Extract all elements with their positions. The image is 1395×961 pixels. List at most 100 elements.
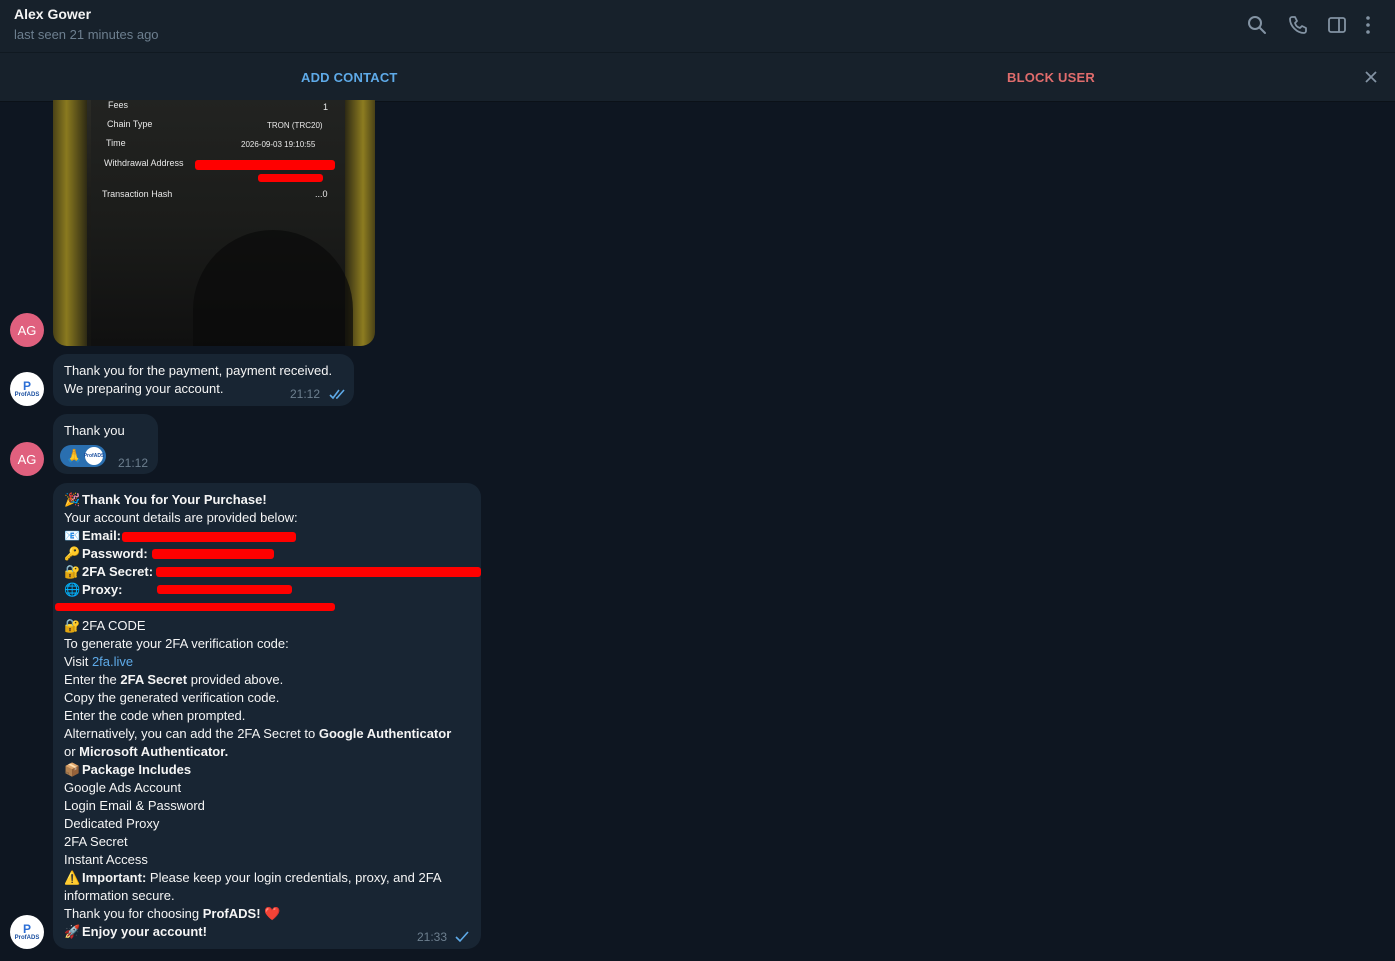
- redaction-proxy-1: [157, 585, 292, 594]
- block-user-button[interactable]: BLOCK USER: [1007, 70, 1095, 85]
- 2fa-live-link[interactable]: 2fa.live: [92, 654, 133, 669]
- double-check-icon: [329, 388, 347, 403]
- alt-bold-2: Microsoft Authenticator.: [79, 744, 229, 759]
- message-time: 21:12: [290, 387, 321, 401]
- avatar-logo-text: ProfADS: [14, 391, 40, 398]
- redaction-secret: [156, 567, 481, 577]
- message-text: Thank you for the payment, payment recei…: [64, 363, 333, 378]
- heart-emoji-icon: ❤️: [264, 906, 281, 921]
- reaction-avatar: ProfADS: [84, 447, 104, 465]
- contact-status: last seen 21 minutes ago: [14, 27, 159, 42]
- redaction-password: [152, 549, 274, 559]
- list-item: Dedicated Proxy: [64, 816, 160, 831]
- chat-header: Alex Gower last seen 21 minutes ago: [0, 0, 1395, 52]
- photo-label-time: Time: [106, 138, 126, 148]
- message-text: To generate your 2FA verification code:: [64, 636, 289, 651]
- enjoy-line: 🚀 Enjoy your account!: [64, 923, 207, 941]
- code-heading-text: 2FA CODE: [82, 618, 146, 633]
- avatar-initials: AG: [17, 451, 37, 467]
- alt-bold: Google Authenticator: [318, 726, 452, 741]
- redaction-address-1: [195, 160, 335, 170]
- close-icon[interactable]: [1363, 69, 1379, 85]
- more-vertical-icon[interactable]: [1361, 14, 1375, 36]
- alt-line: Alternatively, you can add the 2FA Secre…: [64, 725, 451, 743]
- message-text: Copy the generated verification code.: [64, 690, 280, 705]
- step1-bold: 2FA Secret: [120, 672, 188, 687]
- enjoy-text: Enjoy your account!: [82, 924, 207, 939]
- package-emoji-icon: 📦: [64, 762, 81, 777]
- visit-text: Visit: [64, 654, 92, 669]
- payment-screenshot-photo[interactable]: Fees 1 Chain Type TRON (TRC20) Time 2026…: [53, 100, 375, 346]
- package-heading: 📦 Package Includes: [64, 761, 191, 779]
- avatar-logo-mark: P: [22, 921, 31, 936]
- password-line: 🔑 Password:: [64, 545, 148, 563]
- thanks-bold: ProfADS!: [202, 906, 261, 921]
- step1-text-end: provided above.: [187, 672, 284, 687]
- list-item: 2FA Secret: [64, 834, 128, 849]
- phone-icon[interactable]: [1287, 14, 1309, 36]
- alt-text: Alternatively, you can add the 2FA Secre…: [64, 726, 319, 741]
- lock-emoji-icon: 🔐: [64, 618, 81, 633]
- visit-line: Visit 2fa.live: [64, 653, 133, 671]
- contact-name[interactable]: Alex Gower: [14, 6, 91, 22]
- message-title: 🎉 Thank You for Your Purchase!: [64, 491, 267, 509]
- alt-text-2: or: [64, 744, 80, 759]
- package-heading-text: Package Includes: [82, 762, 192, 777]
- avatar[interactable]: AG: [10, 442, 44, 476]
- add-contact-button[interactable]: ADD CONTACT: [301, 70, 398, 85]
- thanks-text: Thank you for choosing: [64, 906, 203, 921]
- avatar[interactable]: P ProfADS: [10, 372, 44, 406]
- pray-emoji-icon: 🙏: [66, 448, 83, 463]
- photo-value-hash: ...0: [315, 189, 328, 199]
- list-item: Instant Access: [64, 852, 148, 867]
- avatar-initials: AG: [17, 322, 37, 338]
- title-text: Thank You for Your Purchase!: [82, 492, 267, 507]
- photo-label-fees: Fees: [108, 100, 129, 110]
- photo-label-address: Withdrawal Address: [104, 158, 184, 168]
- redaction-proxy-2: [55, 603, 335, 611]
- photo-label-chain: Chain Type: [107, 119, 153, 129]
- email-line: 📧 Email:: [64, 527, 121, 545]
- photo-frame-left: [53, 100, 87, 346]
- message-time: 21:33: [417, 930, 448, 944]
- proxy-line: 🌐 Proxy:: [64, 581, 122, 599]
- important-text: Please keep your login credentials, prox…: [146, 870, 442, 885]
- message-text: Enter the code when prompted.: [64, 708, 246, 723]
- reaction-badge[interactable]: 🙏 ProfADS: [60, 445, 106, 467]
- redaction-address-2: [258, 174, 323, 182]
- step1-line: Enter the 2FA Secret provided above.: [64, 671, 283, 689]
- message-text: Your account details are provided below:: [64, 510, 298, 525]
- message-text: Thank you: [64, 423, 125, 438]
- single-check-icon: [455, 931, 469, 946]
- message-bubble-payment-received[interactable]: Thank you for the payment, payment recei…: [53, 354, 354, 406]
- avatar[interactable]: AG: [10, 313, 44, 347]
- list-item: Google Ads Account: [64, 780, 182, 795]
- thanks-line: Thank you for choosing ProfADS! ❤️: [64, 905, 280, 923]
- photo-label-hash: Transaction Hash: [102, 189, 173, 199]
- globe-emoji-icon: 🌐: [64, 582, 81, 597]
- message-bubble-account-details[interactable]: 🎉 Thank You for Your Purchase! Your accou…: [53, 483, 481, 949]
- important-line: ⚠️ Important: Please keep your login cred…: [64, 869, 442, 887]
- message-time: 21:12: [118, 456, 149, 470]
- photo-value-chain: TRON (TRC20): [267, 121, 323, 130]
- warning-emoji-icon: ⚠️: [64, 870, 81, 885]
- party-emoji-icon: 🎉: [64, 492, 81, 507]
- sidebar-toggle-icon[interactable]: [1326, 14, 1348, 36]
- secret-line: 🔐 2FA Secret:: [64, 563, 153, 581]
- search-icon[interactable]: [1246, 14, 1268, 36]
- key-emoji-icon: 🔑: [64, 546, 81, 561]
- step1-text: Enter the: [64, 672, 121, 687]
- redaction-email: [122, 532, 296, 542]
- secret-label: 2FA Secret:: [82, 564, 154, 579]
- password-label: Password:: [82, 546, 148, 561]
- photo-value-time: 2026-09-03 19:10:55: [241, 140, 316, 149]
- proxy-label: Proxy:: [82, 582, 123, 597]
- list-item: Login Email & Password: [64, 798, 205, 813]
- photo-value-fees: 1: [323, 102, 329, 112]
- avatar[interactable]: P ProfADS: [10, 915, 44, 949]
- rocket-emoji-icon: 🚀: [64, 924, 81, 939]
- avatar-logo-text: ProfADS: [14, 934, 40, 941]
- important-label: Important:: [82, 870, 147, 885]
- contact-action-bar: ADD CONTACT BLOCK USER: [0, 52, 1395, 101]
- email-label: Email:: [82, 528, 122, 543]
